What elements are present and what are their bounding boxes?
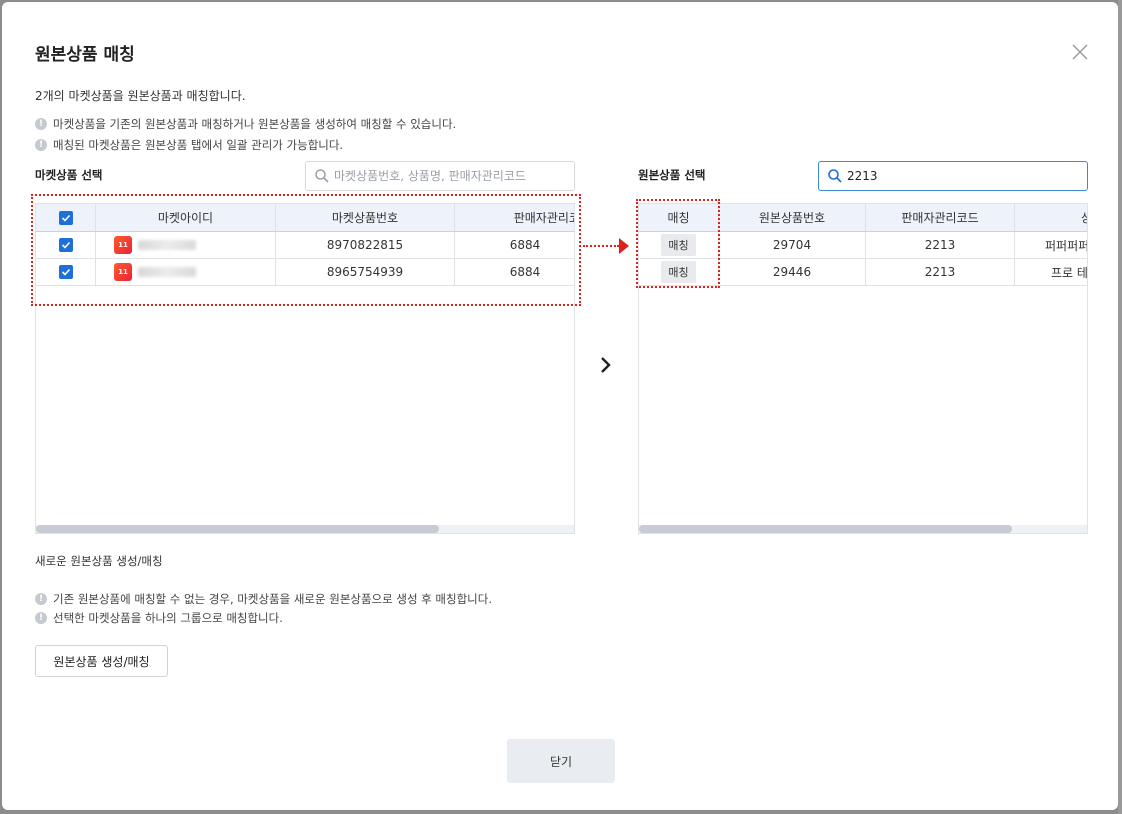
match-button[interactable]: 매칭: [661, 261, 696, 283]
table-header: 마켓아이디 마켓상품번호 판매자관리코드: [36, 204, 574, 232]
match-button[interactable]: 매칭: [661, 234, 696, 256]
seller-code-cell: 6884: [455, 259, 574, 285]
scrollbar-thumb[interactable]: [36, 525, 439, 533]
market-search-input[interactable]: [334, 169, 574, 183]
background-edge: [1118, 0, 1122, 814]
product-no-cell: 8965754939: [276, 259, 455, 285]
close-button[interactable]: 닫기: [507, 739, 615, 783]
match-cell: 매칭: [639, 259, 719, 285]
horizontal-scrollbar[interactable]: [36, 525, 574, 533]
column-header[interactable]: 마켓아이디: [96, 204, 276, 231]
seller-code-cell: 2213: [866, 259, 1015, 285]
market-section-label: 마켓상품 선택: [35, 168, 103, 182]
original-product-no-cell: 29704: [719, 232, 866, 258]
market-search[interactable]: [305, 161, 575, 191]
table-row[interactable]: 11 8970822815 6884: [36, 232, 574, 259]
highlight-arrow-head-icon: [619, 238, 629, 254]
info-line: ! 선택한 마켓상품을 하나의 그룹으로 매칭합니다.: [35, 610, 283, 626]
column-header[interactable]: 매칭: [639, 204, 719, 231]
column-header[interactable]: 마켓상품번호: [276, 204, 455, 231]
search-icon: [828, 169, 842, 183]
info-text: 선택한 마켓상품을 하나의 그룹으로 매칭합니다.: [53, 611, 283, 625]
seller-code-cell: 6884: [455, 232, 574, 258]
table-header: 매칭 원본상품번호 판매자관리코드 상: [639, 204, 1087, 232]
table-row[interactable]: 11 8965754939 6884: [36, 259, 574, 286]
check-icon: [61, 241, 70, 249]
table-row[interactable]: 매칭 29446 2213 프로 테: [639, 259, 1087, 286]
original-search[interactable]: [818, 161, 1088, 191]
seller-code-cell: 2213: [866, 232, 1015, 258]
new-section-label: 새로운 원본상품 생성/매칭: [35, 554, 163, 568]
market-id-cell: 11: [96, 259, 276, 285]
info-icon: !: [35, 139, 47, 151]
row-checkbox-cell: [36, 232, 96, 258]
row-checkbox[interactable]: [58, 238, 73, 252]
column-header[interactable]: 원본상품번호: [719, 204, 866, 231]
market-id-blurred: [138, 240, 196, 250]
info-text: 매칭된 마켓상품은 원본상품 탭에서 일괄 관리가 가능합니다.: [53, 138, 344, 152]
info-icon: !: [35, 593, 47, 605]
matching-dialog: 원본상품 매칭 2개의 마켓상품을 원본상품과 매칭합니다. ! 마켓상품을 기…: [2, 2, 1118, 810]
product-name-cell: 프로 테: [1015, 259, 1087, 285]
column-header[interactable]: 판매자관리코드: [866, 204, 1015, 231]
select-all-checkbox[interactable]: [58, 210, 73, 225]
info-icon: !: [35, 612, 47, 624]
horizontal-scrollbar[interactable]: [639, 525, 1087, 533]
product-no-cell: 8970822815: [276, 232, 455, 258]
dialog-title: 원본상품 매칭: [35, 45, 135, 65]
market-logo-icon: 11: [114, 236, 132, 254]
info-icon: !: [35, 118, 47, 130]
chevron-right-icon[interactable]: [599, 356, 613, 374]
market-id-cell: 11: [96, 232, 276, 258]
search-icon: [315, 169, 329, 183]
info-line: ! 마켓상품을 기존의 원본상품과 매칭하거나 원본상품을 생성하여 매칭할 수…: [35, 116, 456, 132]
info-text: 마켓상품을 기존의 원본상품과 매칭하거나 원본상품을 생성하여 매칭할 수 있…: [53, 117, 457, 131]
select-all-cell: [36, 204, 96, 231]
close-icon[interactable]: [1070, 42, 1090, 62]
market-logo-icon: 11: [114, 263, 132, 281]
original-table: 매칭 원본상품번호 판매자관리코드 상 매칭 29704 2213 퍼퍼퍼퍼퍼 …: [638, 203, 1088, 534]
market-id-blurred: [138, 267, 196, 277]
market-table: 마켓아이디 마켓상품번호 판매자관리코드 11 8970822815 6884: [35, 203, 575, 534]
check-icon: [61, 268, 70, 276]
scrollbar-thumb[interactable]: [639, 525, 1012, 533]
row-checkbox[interactable]: [58, 265, 73, 279]
info-line: ! 매칭된 마켓상품은 원본상품 탭에서 일괄 관리가 가능합니다.: [35, 137, 343, 153]
column-header[interactable]: 상: [1015, 204, 1087, 231]
table-row[interactable]: 매칭 29704 2213 퍼퍼퍼퍼퍼: [639, 232, 1087, 259]
info-line: ! 기존 원본상품에 매칭할 수 없는 경우, 마켓상품을 새로운 원본상품으로…: [35, 591, 492, 607]
column-header[interactable]: 판매자관리코드: [455, 204, 574, 231]
dialog-description: 2개의 마켓상품을 원본상품과 매칭합니다.: [35, 89, 246, 103]
info-text: 기존 원본상품에 매칭할 수 없는 경우, 마켓상품을 새로운 원본상품으로 생…: [53, 592, 492, 606]
row-checkbox-cell: [36, 259, 96, 285]
original-search-input[interactable]: [847, 169, 1087, 183]
product-name-cell: 퍼퍼퍼퍼퍼: [1015, 232, 1087, 258]
check-icon: [61, 214, 70, 222]
create-match-button[interactable]: 원본상품 생성/매칭: [35, 645, 168, 677]
highlight-arrow-line: [583, 245, 619, 247]
original-product-no-cell: 29446: [719, 259, 866, 285]
match-cell: 매칭: [639, 232, 719, 258]
original-section-label: 원본상품 선택: [638, 168, 706, 182]
